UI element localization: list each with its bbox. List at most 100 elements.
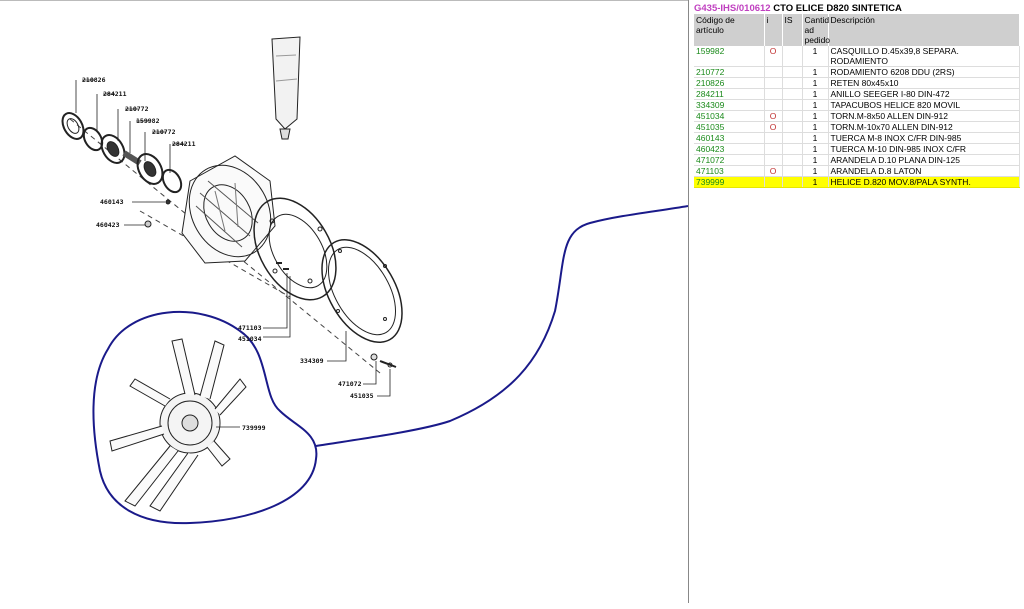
exploded-diagram: 210826 284211 210772 159982 210772 28421… xyxy=(0,0,689,603)
col-header-descripcion[interactable]: Descripción xyxy=(828,14,1020,46)
indicator-is xyxy=(782,88,803,100)
col-header-cantidad[interactable]: Cantid ad pedido xyxy=(802,14,830,46)
quantity-ordered: 1 xyxy=(802,165,829,177)
quantity-ordered: 1 xyxy=(802,176,829,188)
indicator-i xyxy=(764,143,783,155)
part-description: ARANDELA D.8 LATON xyxy=(828,165,1020,177)
table-row[interactable]: 460143 1 TUERCA M-8 INOX C/FR DIN-985 xyxy=(694,132,1020,144)
table-row[interactable]: 210826 1 RETEN 80x45x10 xyxy=(694,77,1020,89)
indicator-is xyxy=(782,143,803,155)
diagram-svg: 210826 284211 210772 159982 210772 28421… xyxy=(61,36,689,525)
bolt-m8 xyxy=(276,262,289,270)
table-row[interactable]: 471072 1 ARANDELA D.10 PLANA DIN-125 xyxy=(694,154,1020,166)
part-description: ARANDELA D.10 PLANA DIN-125 xyxy=(828,154,1020,166)
part-description: CASQUILLO D.45x39,8 SEPARA. RODAMIENTO xyxy=(828,46,1020,67)
quantity-ordered: 1 xyxy=(802,154,829,166)
indicator-i xyxy=(764,99,783,111)
assembly-code-link[interactable]: G435-IHS/010612 xyxy=(694,3,771,14)
part-code[interactable]: 471103 xyxy=(694,165,765,177)
table-row[interactable]: 451034 O 1 TORN.M-8x50 ALLEN DIN-912 xyxy=(694,110,1020,122)
part-description: TUERCA M-10 DIN-985 INOX C/FR xyxy=(828,143,1020,155)
part-description: TORN.M-8x50 ALLEN DIN-912 xyxy=(828,110,1020,122)
part-description: ANILLO SEEGER I-80 DIN-472 xyxy=(828,88,1020,100)
table-row[interactable]: 334309 1 TAPACUBOS HELICE 820 MOVIL xyxy=(694,99,1020,111)
indicator-i xyxy=(764,88,783,100)
indicator-i: O xyxy=(764,121,783,133)
callout-460143: 460143 xyxy=(100,198,124,206)
part-code[interactable]: 210826 xyxy=(694,77,765,89)
callout-739999: 739999 xyxy=(242,424,266,432)
parts-table: Código de artículo i IS Cantid ad pedido… xyxy=(694,14,1020,188)
nut-m10 xyxy=(144,220,152,228)
indicator-is xyxy=(782,132,803,144)
indicator-is xyxy=(782,99,803,111)
table-row[interactable]: 284211 1 ANILLO SEEGER I-80 DIN-472 xyxy=(694,88,1020,100)
assembly-title: G435-IHS/010612 CTO ELICE D820 SINTETICA xyxy=(694,3,902,14)
callout-284211: 284211 xyxy=(103,90,127,98)
part-description: HELICE D.820 MOV.8/PALA SYNTH. xyxy=(828,176,1020,188)
part-description: RETEN 80x45x10 xyxy=(828,77,1020,89)
fan-assembly xyxy=(109,338,247,512)
callout-471072: 471072 xyxy=(338,380,362,388)
indicator-i xyxy=(764,132,783,144)
quantity-ordered: 1 xyxy=(802,99,829,111)
indicator-is xyxy=(782,77,803,89)
table-row[interactable]: 451035 O 1 TORN.M-10x70 ALLEN DIN-912 xyxy=(694,121,1020,133)
part-code[interactable]: 451035 xyxy=(694,121,765,133)
table-row[interactable]: 739999 1 HELICE D.820 MOV.8/PALA SYNTH. xyxy=(694,176,1020,188)
indicator-is xyxy=(782,46,803,67)
indicator-i: O xyxy=(764,165,783,177)
indicator-i xyxy=(764,154,783,166)
callout-460423: 460423 xyxy=(96,221,120,229)
callout-451035: 451035 xyxy=(350,392,374,400)
part-code[interactable]: 471072 xyxy=(694,154,765,166)
col-header-i[interactable]: i xyxy=(764,14,783,46)
indicator-i: O xyxy=(764,46,783,67)
indicator-is xyxy=(782,66,803,78)
part-code[interactable]: 739999 xyxy=(694,176,765,188)
nut-m8 xyxy=(165,199,171,205)
callout-284211-b: 284211 xyxy=(172,140,196,148)
bearing-2 xyxy=(136,153,164,185)
callout-210772: 210772 xyxy=(125,105,149,113)
indicator-i xyxy=(764,66,783,78)
part-code[interactable]: 460423 xyxy=(694,143,765,155)
indicator-is xyxy=(782,176,803,188)
bolt-m10 xyxy=(370,353,397,368)
quantity-ordered: 1 xyxy=(802,66,829,78)
table-row[interactable]: 460423 1 TUERCA M-10 DIN-985 INOX C/FR xyxy=(694,143,1020,155)
part-code[interactable]: 451034 xyxy=(694,110,765,122)
indicator-i: O xyxy=(764,110,783,122)
col-header-codigo[interactable]: Código de artículo xyxy=(694,14,765,46)
grease-tube xyxy=(271,36,301,140)
part-description: TUERCA M-8 INOX C/FR DIN-985 xyxy=(828,132,1020,144)
callout-334309: 334309 xyxy=(300,357,324,365)
callout-210772-b: 210772 xyxy=(152,128,176,136)
part-code[interactable]: 210772 xyxy=(694,66,765,78)
col-header-is[interactable]: IS xyxy=(782,14,803,46)
quantity-ordered: 1 xyxy=(802,88,829,100)
table-row[interactable]: 210772 1 RODAMIENTO 6208 DDU (2RS) xyxy=(694,66,1020,78)
quantity-ordered: 1 xyxy=(802,46,829,67)
quantity-ordered: 1 xyxy=(802,143,829,155)
callout-159982: 159982 xyxy=(136,117,160,125)
indicator-i xyxy=(764,176,783,188)
quantity-ordered: 1 xyxy=(802,77,829,89)
part-description: TORN.M-10x70 ALLEN DIN-912 xyxy=(828,121,1020,133)
table-row[interactable]: 471103 O 1 ARANDELA D.8 LATON xyxy=(694,165,1020,177)
indicator-is xyxy=(782,110,803,122)
quantity-ordered: 1 xyxy=(802,132,829,144)
quantity-ordered: 1 xyxy=(802,110,829,122)
part-code[interactable]: 460143 xyxy=(694,132,765,144)
part-code[interactable]: 159982 xyxy=(694,46,765,67)
indicator-is xyxy=(782,165,803,177)
callout-471103: 471103 xyxy=(238,324,262,332)
parts-panel: G435-IHS/010612 CTO ELICE D820 SINTETICA… xyxy=(688,0,1024,603)
part-code[interactable]: 334309 xyxy=(694,99,765,111)
callout-451034: 451034 xyxy=(238,335,262,343)
hub-housing xyxy=(181,155,276,264)
part-code[interactable]: 284211 xyxy=(694,88,765,100)
indicator-is xyxy=(782,121,803,133)
indicator-i xyxy=(764,77,783,89)
table-row[interactable]: 159982 O 1 CASQUILLO D.45x39,8 SEPARA. RODA… xyxy=(694,46,1020,67)
